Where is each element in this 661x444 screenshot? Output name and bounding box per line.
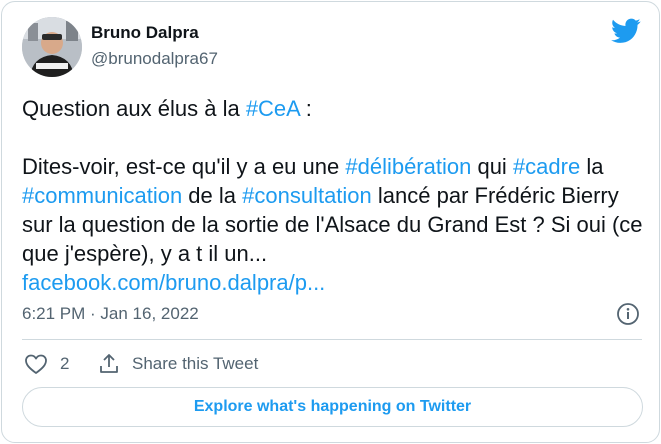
hashtag-consultation[interactable]: #consultation — [242, 183, 372, 208]
hashtag-deliberation[interactable]: #délibération — [345, 154, 471, 179]
tweet-card: Bruno Dalpra @brunodalpra67 Question aux… — [1, 1, 660, 443]
tweet-text-segment: qui — [471, 154, 513, 179]
tweet-text-segment: Dites-voir, est-ce qu'il y a eu une — [22, 154, 346, 179]
hashtag-communication[interactable]: #communication — [22, 183, 182, 208]
hashtag-cadre[interactable]: #cadre — [513, 154, 580, 179]
tweet-timestamp[interactable]: 6:21 PM · Jan 16, 2022 — [22, 304, 199, 324]
tweet-paragraph-2: Dites-voir, est-ce qu'il y a eu une #dél… — [22, 152, 647, 268]
like-button[interactable]: 2 — [24, 351, 69, 377]
avatar-photo — [22, 17, 82, 77]
explore-twitter-button[interactable]: Explore what's happening on Twitter — [22, 387, 643, 427]
facebook-link[interactable]: facebook.com/bruno.dalpra/p... — [22, 270, 325, 295]
like-count: 2 — [60, 354, 70, 373]
twitter-bird-icon[interactable] — [611, 18, 641, 44]
author-name[interactable]: Bruno Dalpra — [91, 23, 199, 43]
info-icon[interactable] — [616, 302, 640, 326]
heart-icon — [25, 354, 47, 374]
hashtag-cea[interactable]: #CeA — [246, 96, 300, 121]
tweet-text-segment: la — [580, 154, 604, 179]
tweet-text-segment: Question aux élus à la — [22, 96, 246, 121]
share-icon — [100, 354, 118, 373]
tweet-paragraph-3: facebook.com/bruno.dalpra/p... — [22, 268, 647, 297]
author-handle[interactable]: @brunodalpra67 — [91, 49, 218, 69]
tweet-meta: 6:21 PM · Jan 16, 2022 — [22, 302, 642, 326]
tweet-text-segment: de la — [182, 183, 243, 208]
share-tweet-button[interactable]: Share this Tweet — [98, 351, 258, 377]
divider — [22, 339, 642, 340]
tweet-paragraph-1: Question aux élus à la #CeA : — [22, 94, 647, 123]
share-label: Share this Tweet — [132, 354, 259, 373]
tweet-text: Question aux élus à la #CeA : Dites-voir… — [22, 94, 647, 297]
tweet-text-segment: : — [299, 96, 312, 121]
author-avatar[interactable] — [22, 17, 82, 77]
